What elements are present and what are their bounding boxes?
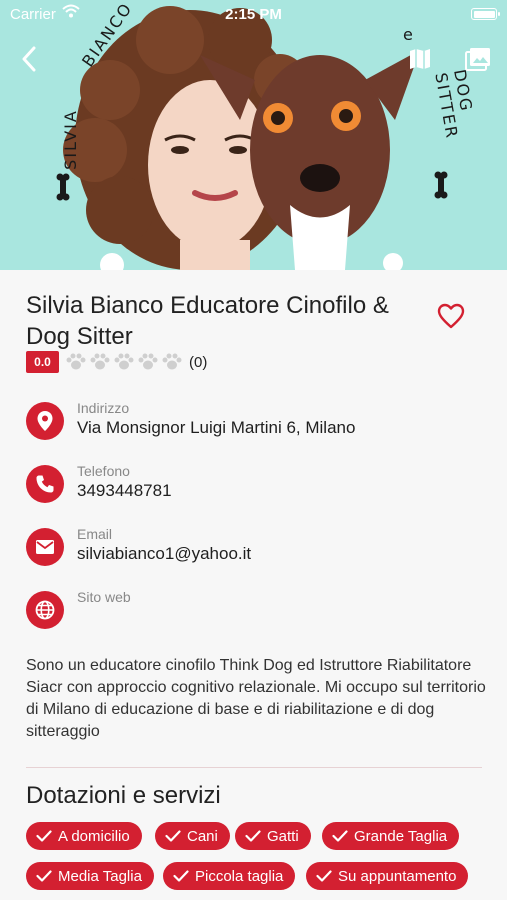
battery-icon [471,8,500,20]
heart-icon [437,303,465,329]
page-title: Silvia Bianco Educatore Cinofilo & Dog S… [26,292,389,350]
email-value: silviabianco1@yahoo.it [77,544,252,563]
map-icon [410,49,430,69]
check-icon [165,830,181,842]
rating-badge: 0.0 [26,351,59,373]
service-label: Gatti [267,827,299,845]
email-icon [26,528,64,566]
service-chip[interactable]: Grande Taglia [322,822,460,850]
description: Sono un educatore cinofilo Think Dog ed … [26,657,486,740]
check-icon [173,870,189,882]
service-label: Grande Taglia [354,827,448,845]
profile-content: Silvia Bianco Educatore Cinofilo & Dog S… [0,270,507,900]
service-label: Su appuntamento [338,867,457,885]
paw-icon [90,353,110,370]
service-chip[interactable]: Su appuntamento [306,862,469,890]
check-icon [245,830,261,842]
status-bar: Carrier 2:15 PM [0,0,507,28]
service-chip[interactable]: A domicilio [26,822,142,850]
phone-icon [26,465,64,503]
paw-icon [114,353,134,370]
phone-label: Telefono [77,463,130,479]
rating-count: (0) [189,353,208,371]
email-row[interactable]: Email silviabianco1@yahoo.it [26,526,486,576]
paw-icon [138,353,158,370]
chevron-left-icon [22,46,36,72]
favorite-button[interactable] [437,303,469,331]
service-label: Media Taglia [58,867,142,885]
email-label: Email [77,526,113,542]
website-label: Sito web [77,589,131,605]
map-button[interactable] [403,42,437,76]
location-pin-icon [26,402,64,440]
rating: 0.0 (0) [26,351,207,373]
services-title: Dotazioni e servizi [26,782,221,809]
website-row[interactable]: Sito web [26,589,486,639]
paw-icon [162,353,182,370]
service-label: Cani [187,827,218,845]
hero-image: SILVIA BIANCO e DOG SITTER Carrier 2:15 … [0,0,507,270]
rating-paws [65,352,183,372]
service-chip[interactable]: Piccola taglia [163,862,296,890]
paw-icon [66,353,86,370]
check-icon [36,870,52,882]
check-icon [316,870,332,882]
address-value: Via Monsignor Luigi Martini 6, Milano [77,418,356,437]
check-icon [332,830,348,842]
status-time: 2:15 PM [225,6,282,23]
service-label: A domicilio [58,827,130,845]
phone-row[interactable]: Telefono 3493448781 [26,463,486,513]
service-chip[interactable]: Cani [155,822,230,850]
address-row[interactable]: Indirizzo Via Monsignor Luigi Martini 6,… [26,400,486,450]
check-icon [36,830,52,842]
service-chip[interactable]: Media Taglia [26,862,154,890]
service-label: Piccola taglia [195,867,284,885]
address-label: Indirizzo [77,400,130,416]
hero-text-silvia: SILVIA [60,109,80,170]
phone-value: 3493448781 [77,481,172,500]
divider [26,767,482,768]
back-button[interactable] [12,42,46,76]
service-chip[interactable]: Gatti [235,822,311,850]
photo-gallery-icon [465,48,490,71]
gallery-button[interactable] [461,42,495,76]
globe-icon [26,591,64,629]
